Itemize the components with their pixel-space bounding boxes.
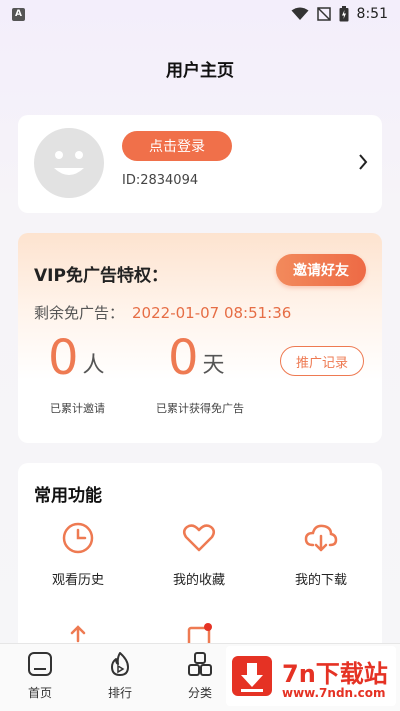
invited-caption: 已累计邀请 xyxy=(50,402,105,415)
page-title: 用户主页 xyxy=(166,61,234,81)
tab-home[interactable]: 首页 xyxy=(15,650,65,701)
grid-icon xyxy=(188,652,212,676)
wifi-icon xyxy=(291,7,309,20)
invited-stat: 0 人 xyxy=(48,331,105,385)
days-caption: 已累计获得免广告 xyxy=(156,402,244,415)
functions-title: 常用功能 xyxy=(34,486,102,506)
vip-title: VIP免广告特权： xyxy=(34,266,168,286)
invited-count: 0 xyxy=(48,330,79,386)
watch-history-item[interactable]: 观看历史 xyxy=(28,521,128,588)
tab-category[interactable]: 分类 xyxy=(175,650,225,701)
promotion-record-button[interactable]: 推广记录 xyxy=(280,346,364,376)
my-downloads-item[interactable]: 我的下载 xyxy=(271,521,371,588)
invite-friends-button[interactable]: 邀请好友 xyxy=(276,254,366,286)
heart-icon xyxy=(183,524,215,552)
home-icon xyxy=(28,652,52,676)
remain-time: 2022-01-07 08:51:36 xyxy=(132,304,292,322)
my-favorites-label: 我的收藏 xyxy=(172,573,225,588)
avatar[interactable] xyxy=(34,128,104,198)
tab-ranking-label: 排行 xyxy=(107,686,132,700)
user-card[interactable]: 点击登录 ID:2834094 xyxy=(18,115,382,213)
tab-category-label: 分类 xyxy=(187,686,212,700)
tab-ranking[interactable]: 排行 xyxy=(95,650,145,701)
remain-ad-free-row: 剩余免广告： 2022-01-07 08:51:36 xyxy=(34,302,291,323)
remain-label: 剩余免广告： xyxy=(34,304,125,322)
invited-unit: 人 xyxy=(82,353,105,378)
watermark-title: 7n下载站 xyxy=(282,660,388,688)
my-downloads-label: 我的下载 xyxy=(294,573,347,588)
chevron-right-icon[interactable] xyxy=(358,153,368,171)
vip-card: VIP免广告特权： 邀请好友 剩余免广告： 2022-01-07 08:51:36… xyxy=(18,233,382,443)
days-count: 0 xyxy=(168,330,199,386)
download-logo-icon xyxy=(232,656,272,696)
days-stat: 0 天 xyxy=(168,331,225,385)
login-button[interactable]: 点击登录 xyxy=(122,131,232,161)
battery-charging-icon xyxy=(339,6,349,22)
app-notification-icon: A xyxy=(12,7,25,21)
tab-home-label: 首页 xyxy=(27,686,52,700)
clock-icon xyxy=(62,522,94,554)
flame-icon xyxy=(111,652,129,676)
status-time: 8:51 xyxy=(356,6,388,22)
my-favorites-item[interactable]: 我的收藏 xyxy=(149,521,249,588)
watch-history-label: 观看历史 xyxy=(51,573,104,588)
user-id: ID:2834094 xyxy=(122,173,199,188)
site-watermark: 7n下载站 www.7ndn.com xyxy=(226,646,396,706)
status-bar: A 8:51 xyxy=(0,0,400,28)
days-unit: 天 xyxy=(202,353,225,378)
smiley-face-icon xyxy=(54,151,84,175)
signal-off-icon xyxy=(316,7,331,21)
watermark-url: www.7ndn.com xyxy=(282,686,386,700)
cloud-download-icon xyxy=(304,524,338,552)
